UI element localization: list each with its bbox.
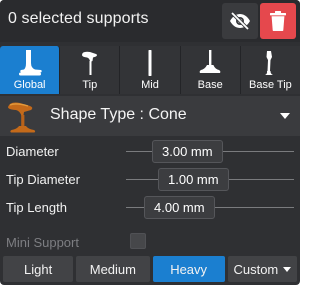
preset-custom-label: Custom — [233, 261, 279, 277]
support-type-tabs: Global Tip Mid Base Base Tip — [0, 46, 300, 94]
tab-base-tip[interactable]: Base Tip — [240, 46, 300, 94]
tip-diameter-label: Tip Diameter — [6, 172, 80, 187]
tip-length-value-field[interactable]: 4.00 mm — [144, 196, 215, 219]
selection-header: 0 selected supports — [0, 0, 300, 42]
preset-medium-button[interactable]: Medium — [76, 256, 150, 282]
tab-base-tip-label: Base Tip — [249, 79, 292, 91]
preset-heavy-label: Heavy — [170, 261, 208, 277]
support-global-icon — [18, 50, 42, 76]
support-mid-icon — [148, 50, 152, 76]
delete-supports-button[interactable] — [260, 3, 296, 39]
support-settings-panel: 0 selected supports Global Tip Mid Base … — [0, 0, 300, 285]
tab-base-label: Base — [197, 79, 223, 91]
support-base-icon — [199, 50, 221, 73]
chevron-down-icon — [283, 266, 292, 272]
diameter-value-field[interactable]: 3.00 mm — [152, 140, 223, 163]
tab-global-label: Global — [13, 79, 46, 91]
preset-buttons: Light Medium Heavy Custom — [0, 256, 300, 282]
support-tip-icon — [81, 51, 97, 75]
eye-slash-icon — [230, 12, 250, 30]
tip-diameter-value-field[interactable]: 1.00 mm — [158, 168, 229, 191]
tab-tip[interactable]: Tip — [60, 46, 121, 94]
diameter-row: Diameter 3.00 mm — [0, 139, 300, 165]
tab-base[interactable]: Base — [180, 46, 241, 94]
tab-global[interactable]: Global — [0, 46, 61, 94]
preset-heavy-button[interactable]: Heavy — [152, 256, 225, 282]
shape-type-label: Shape Type : Cone — [50, 106, 187, 123]
tip-diameter-row: Tip Diameter 1.00 mm — [0, 167, 300, 193]
tab-tip-label: Tip — [82, 79, 98, 91]
tip-length-row: Tip Length 4.00 mm — [0, 195, 300, 221]
trash-icon — [270, 11, 286, 31]
tab-mid[interactable]: Mid — [120, 46, 181, 94]
shape-type-dropdown[interactable]: Shape Type : Cone — [0, 96, 300, 136]
mini-support-checkbox[interactable] — [130, 233, 146, 249]
mini-support-label: Mini Support — [6, 235, 79, 250]
preset-custom-dropdown[interactable]: Custom — [227, 256, 297, 282]
selection-count-text: 0 selected supports — [8, 10, 149, 27]
support-base-tip-icon — [265, 51, 274, 75]
hide-supports-button[interactable] — [222, 3, 258, 39]
preset-medium-label: Medium — [89, 261, 136, 277]
chevron-down-icon — [280, 113, 290, 119]
cone-support-icon — [8, 102, 36, 133]
diameter-label: Diameter — [6, 144, 59, 159]
tip-length-label: Tip Length — [6, 200, 67, 215]
preset-light-label: Light — [24, 261, 53, 277]
tab-mid-label: Mid — [141, 79, 159, 91]
preset-light-button[interactable]: Light — [3, 256, 74, 282]
